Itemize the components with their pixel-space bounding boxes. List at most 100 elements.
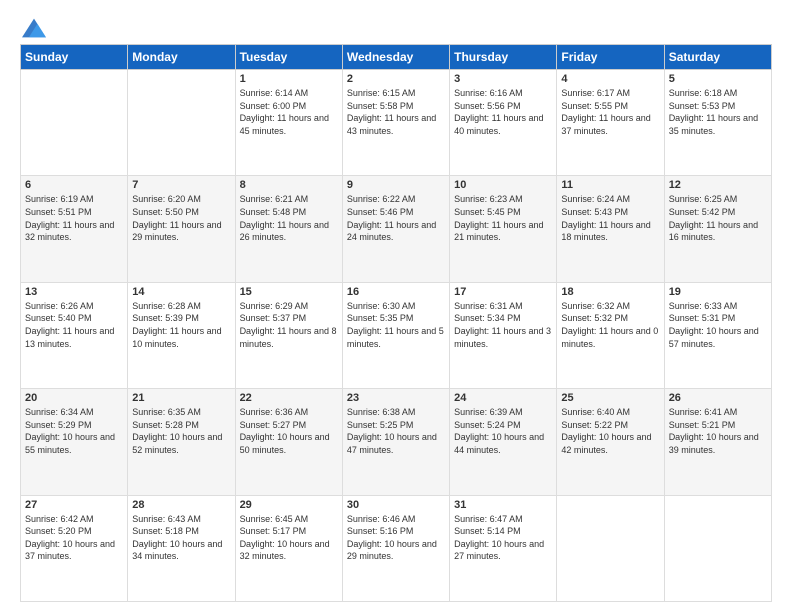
calendar-cell: 31 Sunrise: 6:47 AMSunset: 5:14 PMDayligh… (450, 495, 557, 601)
day-info: Sunrise: 6:32 AMSunset: 5:32 PMDaylight:… (561, 301, 658, 349)
day-info: Sunrise: 6:43 AMSunset: 5:18 PMDaylight:… (132, 514, 222, 562)
logo (20, 18, 46, 34)
day-number: 5 (669, 73, 767, 85)
week-row-5: 27Sunrise: 6:42 AMSunset: 5:20 PMDayligh… (21, 495, 772, 601)
calendar-cell: 13 Sunrise: 6:26 AMSunset: 5:40 PMDayligh… (21, 282, 128, 388)
week-row-3: 13 Sunrise: 6:26 AMSunset: 5:40 PMDayligh… (21, 282, 772, 388)
day-number: 11 (561, 179, 659, 191)
day-info: Sunrise: 6:36 AMSunset: 5:27 PMDaylight:… (240, 407, 330, 455)
day-number: 12 (669, 179, 767, 191)
day-info: Sunrise: 6:31 AMSunset: 5:34 PMDaylight:… (454, 301, 551, 349)
day-number: 6 (25, 179, 123, 191)
weekday-header-row: SundayMondayTuesdayWednesdayThursdayFrid… (21, 45, 772, 70)
day-number: 14 (132, 286, 230, 298)
day-info: Sunrise: 6:42 AMSunset: 5:20 PMDaylight:… (25, 514, 115, 562)
calendar-cell: 6 Sunrise: 6:19 AMSunset: 5:51 PMDaylight… (21, 176, 128, 282)
day-number: 21 (132, 392, 230, 404)
day-number: 19 (669, 286, 767, 298)
calendar-cell: 1 Sunrise: 6:14 AMSunset: 6:00 PMDaylight… (235, 70, 342, 176)
day-number: 8 (240, 179, 338, 191)
day-info: Sunrise: 6:17 AMSunset: 5:55 PMDaylight:… (561, 88, 650, 136)
calendar-cell: 25 Sunrise: 6:40 AMSunset: 5:22 PMDayligh… (557, 389, 664, 495)
calendar-cell: 9Sunrise: 6:22 AMSunset: 5:46 PMDaylight… (342, 176, 449, 282)
page: SundayMondayTuesdayWednesdayThursdayFrid… (0, 0, 792, 612)
calendar-cell: 19 Sunrise: 6:33 AMSunset: 5:31 PMDayligh… (664, 282, 771, 388)
day-number: 17 (454, 286, 552, 298)
day-info: Sunrise: 6:24 AMSunset: 5:43 PMDaylight:… (561, 194, 650, 242)
day-info: Sunrise: 6:20 AMSunset: 5:50 PMDaylight:… (132, 194, 221, 242)
calendar-cell (557, 495, 664, 601)
day-info: Sunrise: 6:30 AMSunset: 5:35 PMDaylight:… (347, 301, 444, 349)
calendar-table: SundayMondayTuesdayWednesdayThursdayFrid… (20, 44, 772, 602)
day-number: 4 (561, 73, 659, 85)
day-number: 15 (240, 286, 338, 298)
calendar-cell: 29Sunrise: 6:45 AMSunset: 5:17 PMDayligh… (235, 495, 342, 601)
calendar-cell: 2Sunrise: 6:15 AMSunset: 5:58 PMDaylight… (342, 70, 449, 176)
calendar-cell: 24 Sunrise: 6:39 AMSunset: 5:24 PMDayligh… (450, 389, 557, 495)
day-number: 7 (132, 179, 230, 191)
weekday-header-saturday: Saturday (664, 45, 771, 70)
day-info: Sunrise: 6:35 AMSunset: 5:28 PMDaylight:… (132, 407, 222, 455)
weekday-header-wednesday: Wednesday (342, 45, 449, 70)
calendar-cell: 26Sunrise: 6:41 AMSunset: 5:21 PMDayligh… (664, 389, 771, 495)
weekday-header-friday: Friday (557, 45, 664, 70)
day-info: Sunrise: 6:26 AMSunset: 5:40 PMDaylight:… (25, 301, 114, 349)
day-number: 23 (347, 392, 445, 404)
day-number: 2 (347, 73, 445, 85)
day-number: 22 (240, 392, 338, 404)
day-info: Sunrise: 6:39 AMSunset: 5:24 PMDaylight:… (454, 407, 544, 455)
day-info: Sunrise: 6:22 AMSunset: 5:46 PMDaylight:… (347, 194, 436, 242)
calendar-cell: 17 Sunrise: 6:31 AMSunset: 5:34 PMDayligh… (450, 282, 557, 388)
calendar-cell: 20Sunrise: 6:34 AMSunset: 5:29 PMDayligh… (21, 389, 128, 495)
day-info: Sunrise: 6:23 AMSunset: 5:45 PMDaylight:… (454, 194, 543, 242)
day-info: Sunrise: 6:21 AMSunset: 5:48 PMDaylight:… (240, 194, 329, 242)
day-number: 25 (561, 392, 659, 404)
day-info: Sunrise: 6:40 AMSunset: 5:22 PMDaylight:… (561, 407, 651, 455)
calendar-cell: 12Sunrise: 6:25 AMSunset: 5:42 PMDayligh… (664, 176, 771, 282)
day-info: Sunrise: 6:14 AMSunset: 6:00 PMDaylight:… (240, 88, 329, 136)
calendar-cell: 14 Sunrise: 6:28 AMSunset: 5:39 PMDayligh… (128, 282, 235, 388)
calendar-cell: 7 Sunrise: 6:20 AMSunset: 5:50 PMDaylight… (128, 176, 235, 282)
day-info: Sunrise: 6:29 AMSunset: 5:37 PMDaylight:… (240, 301, 337, 349)
calendar-cell: 16 Sunrise: 6:30 AMSunset: 5:35 PMDayligh… (342, 282, 449, 388)
week-row-2: 6 Sunrise: 6:19 AMSunset: 5:51 PMDaylight… (21, 176, 772, 282)
calendar-cell (128, 70, 235, 176)
calendar-cell: 11 Sunrise: 6:24 AMSunset: 5:43 PMDayligh… (557, 176, 664, 282)
logo-icon (22, 18, 46, 38)
day-number: 31 (454, 499, 552, 511)
day-number: 18 (561, 286, 659, 298)
header (20, 18, 772, 34)
day-info: Sunrise: 6:41 AMSunset: 5:21 PMDaylight:… (669, 407, 759, 455)
calendar-cell: 30Sunrise: 6:46 AMSunset: 5:16 PMDayligh… (342, 495, 449, 601)
calendar-cell: 3 Sunrise: 6:16 AMSunset: 5:56 PMDaylight… (450, 70, 557, 176)
day-number: 24 (454, 392, 552, 404)
weekday-header-tuesday: Tuesday (235, 45, 342, 70)
day-number: 1 (240, 73, 338, 85)
day-info: Sunrise: 6:18 AMSunset: 5:53 PMDaylight:… (669, 88, 758, 136)
weekday-header-thursday: Thursday (450, 45, 557, 70)
day-number: 16 (347, 286, 445, 298)
weekday-header-monday: Monday (128, 45, 235, 70)
day-info: Sunrise: 6:47 AMSunset: 5:14 PMDaylight:… (454, 514, 544, 562)
day-number: 10 (454, 179, 552, 191)
day-number: 30 (347, 499, 445, 511)
day-info: Sunrise: 6:34 AMSunset: 5:29 PMDaylight:… (25, 407, 115, 455)
day-info: Sunrise: 6:33 AMSunset: 5:31 PMDaylight:… (669, 301, 759, 349)
calendar-cell: 15 Sunrise: 6:29 AMSunset: 5:37 PMDayligh… (235, 282, 342, 388)
day-info: Sunrise: 6:28 AMSunset: 5:39 PMDaylight:… (132, 301, 221, 349)
day-number: 13 (25, 286, 123, 298)
calendar-cell: 5 Sunrise: 6:18 AMSunset: 5:53 PMDaylight… (664, 70, 771, 176)
week-row-1: 1 Sunrise: 6:14 AMSunset: 6:00 PMDaylight… (21, 70, 772, 176)
day-info: Sunrise: 6:38 AMSunset: 5:25 PMDaylight:… (347, 407, 437, 455)
day-info: Sunrise: 6:16 AMSunset: 5:56 PMDaylight:… (454, 88, 543, 136)
day-info: Sunrise: 6:19 AMSunset: 5:51 PMDaylight:… (25, 194, 114, 242)
week-row-4: 20Sunrise: 6:34 AMSunset: 5:29 PMDayligh… (21, 389, 772, 495)
calendar-cell: 18 Sunrise: 6:32 AMSunset: 5:32 PMDayligh… (557, 282, 664, 388)
calendar-cell: 10 Sunrise: 6:23 AMSunset: 5:45 PMDayligh… (450, 176, 557, 282)
calendar-cell (664, 495, 771, 601)
day-info: Sunrise: 6:45 AMSunset: 5:17 PMDaylight:… (240, 514, 330, 562)
day-number: 3 (454, 73, 552, 85)
calendar-cell: 28Sunrise: 6:43 AMSunset: 5:18 PMDayligh… (128, 495, 235, 601)
calendar-cell: 4 Sunrise: 6:17 AMSunset: 5:55 PMDaylight… (557, 70, 664, 176)
calendar-cell: 8 Sunrise: 6:21 AMSunset: 5:48 PMDaylight… (235, 176, 342, 282)
